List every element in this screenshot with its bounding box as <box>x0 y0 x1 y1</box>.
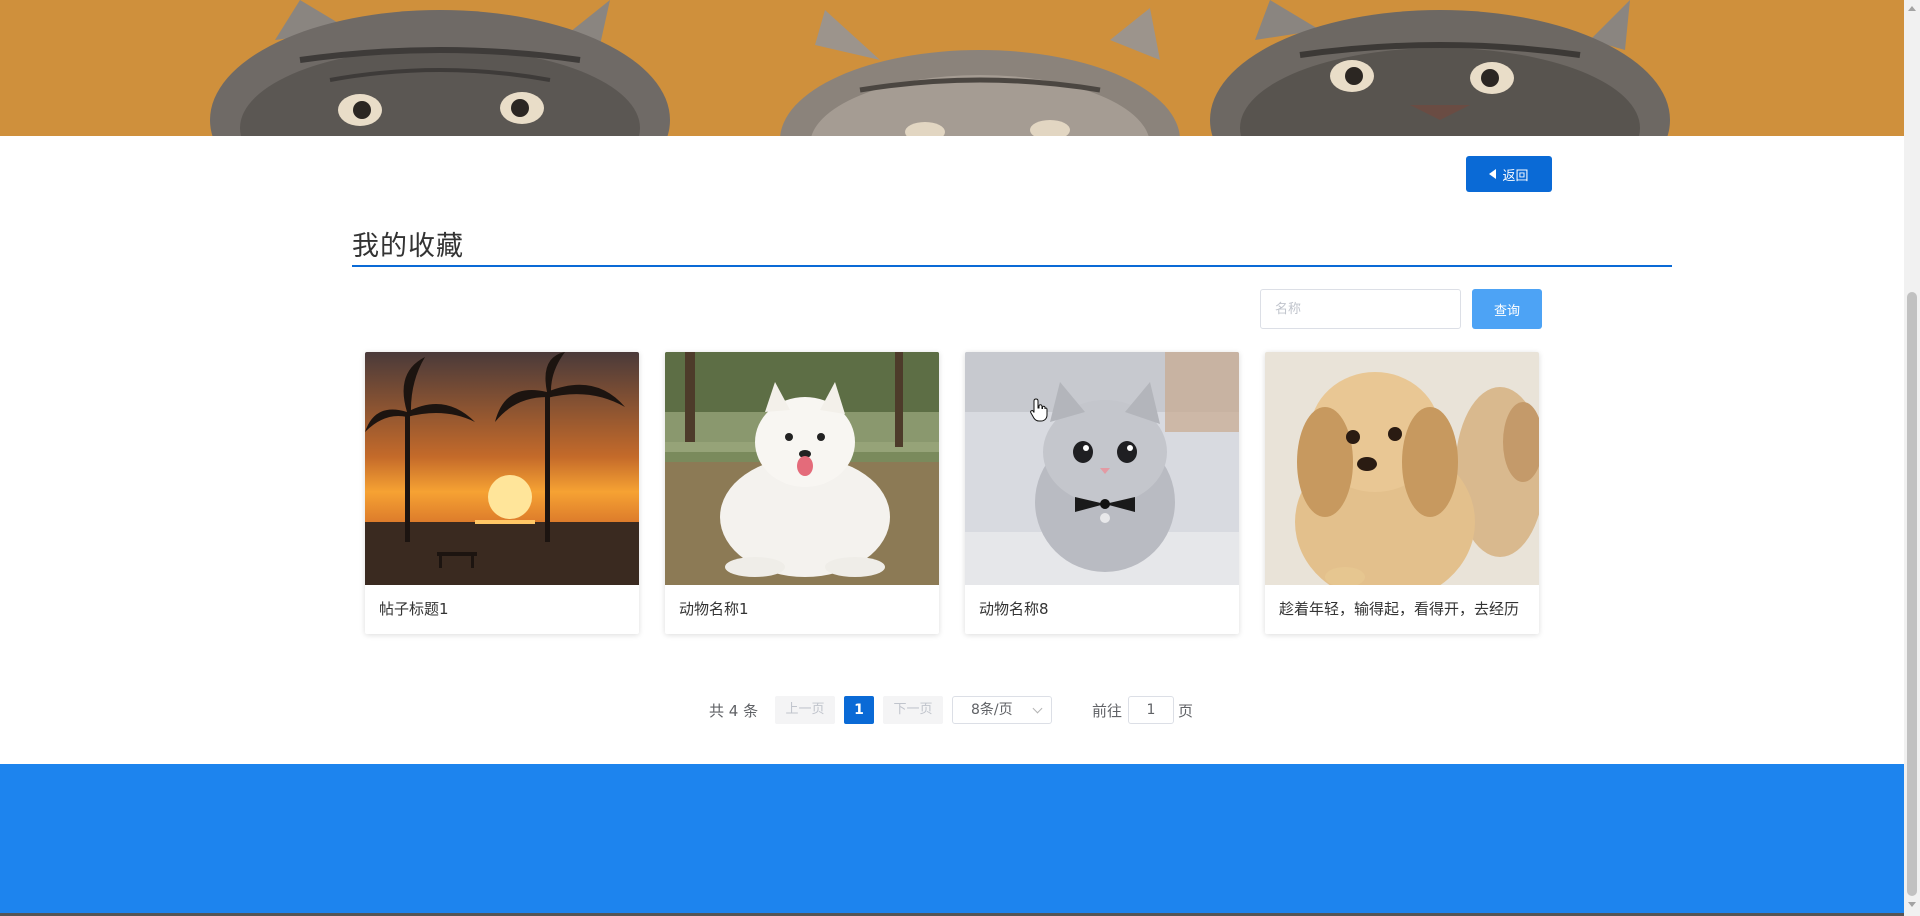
goto-unit-label: 页 <box>1178 702 1194 720</box>
search-input[interactable] <box>1260 289 1461 329</box>
page-footer <box>0 764 1904 914</box>
page-number-button[interactable]: 1 <box>844 696 874 724</box>
card-image-sunset <box>365 352 639 585</box>
page-size-select[interactable]: 8条/页 <box>952 696 1052 724</box>
card-caption: 趁着年轻，输得起，看得开，去经历 <box>1279 600 1520 618</box>
favorite-card[interactable]: 动物名称8 <box>965 352 1239 634</box>
page-size-value: 8条/页 <box>971 702 1013 718</box>
favorite-card[interactable]: 动物名称1 <box>665 352 939 634</box>
scroll-down-arrow-icon[interactable] <box>1908 902 1916 907</box>
header-banner <box>0 0 1904 136</box>
scroll-up-arrow-icon[interactable] <box>1908 6 1916 11</box>
pagination: 共 4 条 上一页 1 下一页 8条/页 前往 页 <box>0 696 1904 726</box>
favorite-card[interactable]: 趁着年轻，输得起，看得开，去经历 <box>1265 352 1539 634</box>
card-caption: 动物名称8 <box>979 600 1049 618</box>
favorite-card[interactable]: 帖子标题1 <box>365 352 639 634</box>
caret-left-icon <box>1489 169 1497 179</box>
scrollbar-thumb[interactable] <box>1907 292 1917 896</box>
banner-cats-image <box>0 0 1904 136</box>
vertical-scrollbar[interactable] <box>1904 0 1920 916</box>
page-title: 我的收藏 <box>352 231 464 262</box>
goto-label: 前往 <box>1092 702 1123 720</box>
card-image-samoyed <box>665 352 939 585</box>
favorites-page: 返回 我的收藏 查询 <box>0 0 1920 916</box>
goto-page-input[interactable] <box>1128 696 1174 724</box>
next-page-button[interactable]: 下一页 <box>883 696 943 724</box>
prev-page-button[interactable]: 上一页 <box>775 696 835 724</box>
back-button-label: 返回 <box>1502 168 1529 184</box>
card-caption: 动物名称1 <box>679 600 749 618</box>
search-button[interactable]: 查询 <box>1472 289 1542 329</box>
card-caption: 帖子标题1 <box>379 600 449 618</box>
chevron-down-icon <box>1032 703 1043 714</box>
card-image-kitten <box>965 352 1239 585</box>
title-underline <box>352 265 1672 267</box>
back-button[interactable]: 返回 <box>1466 156 1552 192</box>
pagination-total: 共 4 条 <box>709 702 759 720</box>
card-image-puppies <box>1265 352 1539 585</box>
